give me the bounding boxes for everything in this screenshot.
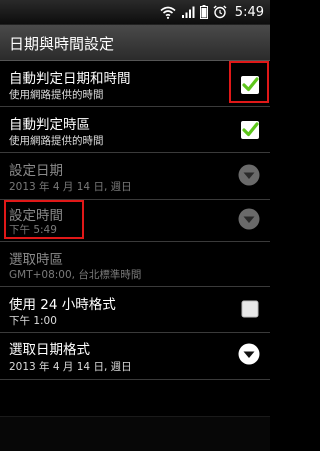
- page-title: 日期與時間設定: [9, 35, 115, 53]
- setting-summary: 2013 年 4 月 14 日, 週日: [9, 181, 132, 193]
- checkbox-checked-icon[interactable]: [240, 120, 260, 140]
- dropdown-arrow-icon[interactable]: [238, 343, 260, 365]
- status-time: 5:49: [234, 4, 264, 20]
- setting-label: 選取時區: [9, 252, 63, 268]
- dropdown-arrow-icon[interactable]: [238, 164, 260, 186]
- dropdown-arrow-icon[interactable]: [238, 208, 260, 230]
- highlight-box: [4, 200, 84, 239]
- signal-icon: [181, 6, 195, 18]
- status-icons: 5:49: [160, 3, 264, 21]
- status-bar: 5:49: [0, 0, 270, 25]
- setting-label: 設定日期: [9, 163, 63, 179]
- setting-date-format[interactable]: 選取日期格式 2013 年 4 月 14 日, 週日: [0, 333, 270, 380]
- setting-summary: 2013 年 4 月 14 日, 週日: [9, 361, 132, 373]
- bottom-bar: [0, 416, 270, 451]
- setting-summary: GMT+08:00, 台北標準時間: [9, 269, 142, 281]
- setting-label: 自動判定日期和時間: [9, 71, 131, 87]
- setting-label: 選取日期格式: [9, 342, 90, 358]
- setting-24-hour-format[interactable]: 使用 24 小時格式 下午 1:00: [0, 287, 270, 333]
- setting-label: 自動判定時區: [9, 117, 90, 133]
- setting-label: 使用 24 小時格式: [9, 297, 116, 313]
- title-bar: 日期與時間設定: [0, 25, 270, 61]
- setting-summary: 下午 1:00: [9, 315, 57, 327]
- battery-icon: [199, 5, 208, 19]
- alarm-clock-icon: [213, 5, 227, 19]
- wifi-icon: [160, 6, 176, 19]
- checkbox-unchecked-icon[interactable]: [241, 300, 259, 318]
- setting-summary: 使用網路提供的時間: [9, 89, 104, 101]
- setting-set-date[interactable]: 設定日期 2013 年 4 月 14 日, 週日: [0, 153, 270, 200]
- highlight-box: [229, 61, 269, 103]
- setting-select-time-zone[interactable]: 選取時區 GMT+08:00, 台北標準時間: [0, 242, 270, 287]
- setting-auto-time-zone[interactable]: 自動判定時區 使用網路提供的時間: [0, 107, 270, 153]
- setting-summary: 使用網路提供的時間: [9, 135, 104, 147]
